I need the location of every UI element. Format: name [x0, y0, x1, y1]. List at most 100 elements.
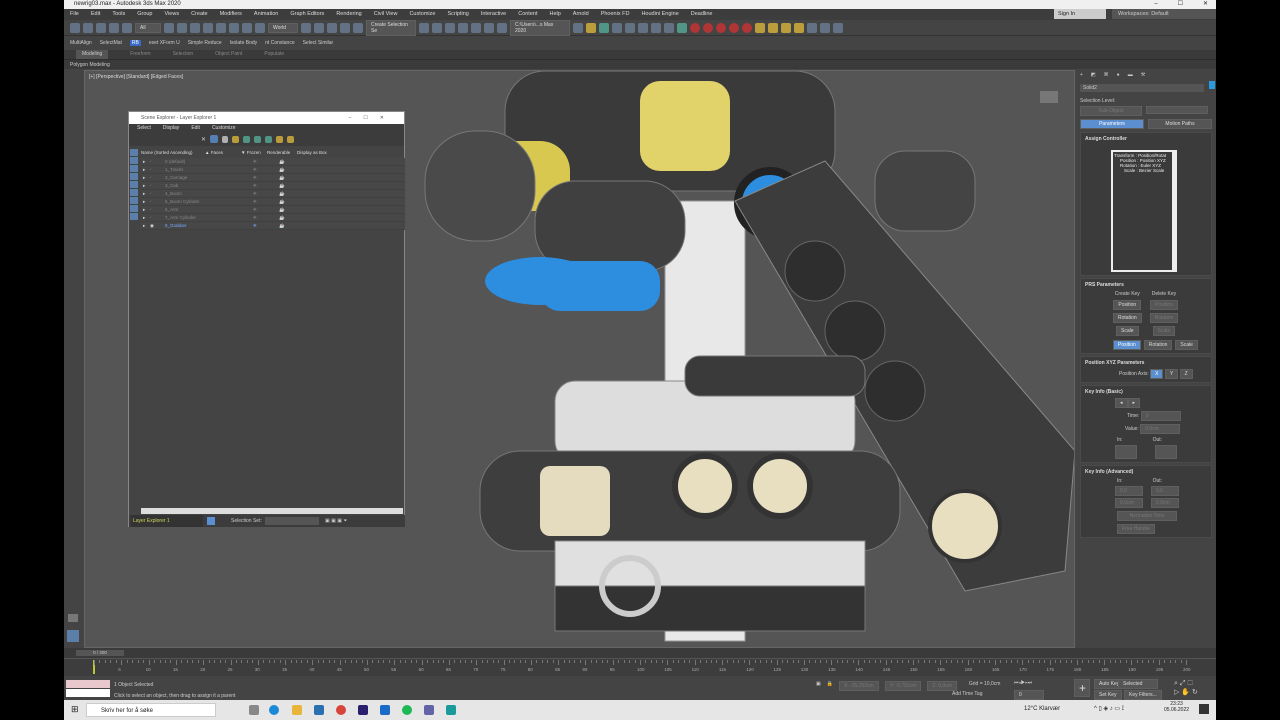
z-coordinate-field[interactable]: Z: 0,0cm [927, 681, 957, 691]
filter-xrefs-icon[interactable] [130, 205, 138, 212]
layer-icon[interactable] [265, 135, 273, 143]
arnold-icon[interactable] [703, 22, 713, 33]
expand-arrow-icon[interactable]: ▸ [143, 182, 145, 190]
axis-x-button[interactable]: X [1150, 369, 1164, 379]
position-tab[interactable]: Position [1113, 340, 1141, 350]
outlook-icon[interactable] [380, 705, 390, 715]
menu-deadline[interactable]: Deadline [691, 9, 713, 20]
rotate-icon[interactable] [229, 22, 239, 33]
layer-name[interactable]: 1_Tracks [165, 166, 183, 174]
maximize-button[interactable]: ☐ [1178, 0, 1183, 9]
ribbon-icon[interactable] [458, 22, 468, 33]
layer-name[interactable]: 8_Grabber [165, 222, 187, 230]
out-speed-field[interactable]: 0,0 [1151, 486, 1179, 496]
system-tray-icons[interactable]: ^ ▯ ◈ ♪ ▭ ⟟ [1094, 705, 1124, 713]
taskbar-search[interactable]: Skriv her for å søke [86, 703, 216, 717]
layer-name[interactable]: 5_Boom Cylinder [165, 198, 200, 206]
frozen-icon[interactable]: ❄ [253, 206, 257, 214]
value-field[interactable]: 0,0cm [1140, 424, 1181, 434]
frozen-icon[interactable]: ❄ [253, 190, 257, 198]
filter-lights-icon[interactable] [130, 165, 138, 172]
maxscript-input[interactable] [66, 689, 110, 697]
assign-controller-header[interactable]: Assign Controller [1085, 136, 1207, 142]
frozen-icon[interactable]: ❄ [253, 222, 257, 230]
layer-row[interactable]: ▸ • 5_Boom Cylinder ❄ ☕ [141, 198, 405, 206]
mail-icon[interactable] [314, 705, 324, 715]
layer-name[interactable]: 7_Arm Cylinder [165, 214, 196, 222]
workspace-dropdown[interactable]: Workspaces: Default [1112, 9, 1216, 19]
modify-tab-icon[interactable]: ◩ [1091, 72, 1096, 78]
expand-arrow-icon[interactable]: ▸ [143, 190, 145, 198]
maxscript-listener[interactable] [66, 680, 110, 688]
houdini-icon[interactable] [807, 22, 817, 33]
tool-icon[interactable] [625, 22, 635, 33]
3dsmax-taskbar-icon[interactable] [446, 705, 456, 715]
layer-row[interactable]: ▸ • 4_Boom ❄ ☕ [141, 190, 405, 198]
normalize-time-button[interactable]: Normalize Time [1117, 511, 1177, 521]
selection-filter-dropdown[interactable]: All [135, 22, 161, 33]
delete-rotation-key-button[interactable]: Rotation [1149, 313, 1179, 323]
zoom-all-icon[interactable]: ⤢ [1180, 680, 1186, 687]
toolbar2-button[interactable]: Isolate Body [230, 40, 258, 46]
lock-icon[interactable]: 🔒 [827, 681, 833, 691]
schematic-view-icon[interactable] [484, 22, 494, 33]
unlink-icon[interactable] [109, 22, 119, 33]
visibility-icon[interactable]: ◉ [150, 222, 154, 230]
toolbar2-button[interactable]: RB [129, 39, 141, 46]
arnold-icon[interactable] [742, 22, 752, 33]
scale-tab[interactable]: Scale [1175, 340, 1198, 350]
select-by-name-icon[interactable] [177, 22, 187, 33]
frozen-icon[interactable]: ❄ [253, 166, 257, 174]
key-info-basic-header[interactable]: Key Info (Basic) [1085, 389, 1207, 395]
frozen-icon[interactable]: ❄ [253, 214, 257, 222]
pivot-icon[interactable] [301, 22, 311, 33]
deadline-icon[interactable] [820, 22, 830, 33]
render-icon[interactable] [599, 22, 609, 33]
render-setup-icon[interactable] [573, 22, 583, 33]
scene-menu-select[interactable]: Select [137, 124, 151, 132]
scene-menu-display[interactable]: Display [163, 124, 179, 132]
viewport-layout-icon[interactable] [68, 614, 78, 622]
menu-graph-editors[interactable]: Graph Editors [290, 9, 324, 20]
menu-group[interactable]: Group [137, 9, 152, 20]
position-xyz-header[interactable]: Position XYZ Parameters [1085, 360, 1207, 366]
tool-icon[interactable] [612, 22, 622, 33]
layer-row[interactable]: ▸ • 7_Arm Cylinder ❄ ☕ [141, 214, 405, 222]
visibility-icon[interactable]: • [150, 206, 152, 214]
add-time-tag[interactable]: Add Time Tag [952, 691, 982, 697]
column-name[interactable]: Name (Sorted Ascending) [141, 149, 193, 157]
go-end-icon[interactable]: ⏭ [1028, 680, 1033, 686]
minimize-button[interactable]: – [1154, 0, 1157, 9]
menu-civil-view[interactable]: Civil View [374, 9, 398, 20]
time-field[interactable]: 0 [1140, 411, 1181, 421]
viewport-layout-tab[interactable] [67, 630, 79, 642]
redo-icon[interactable] [83, 22, 93, 33]
time-slider[interactable]: 0 / 200 [64, 648, 1216, 658]
ribbon-tab-object-paint[interactable]: Object Paint [215, 50, 242, 59]
axis-y-button[interactable]: Y [1164, 369, 1179, 379]
controller-tree[interactable]: Transform : Position/Rotat Position : Po… [1111, 150, 1177, 272]
layer-explorer-icon[interactable] [445, 22, 455, 33]
arnold-icon[interactable] [690, 22, 700, 33]
renderable-icon[interactable]: ☕ [279, 182, 285, 190]
menu-houdini-engine[interactable]: Houdini Engine [641, 9, 678, 20]
undo-icon[interactable] [70, 22, 80, 33]
layer-row[interactable]: ▸ • 3_Cab ❄ ☕ [141, 182, 405, 190]
tool-icon[interactable] [651, 22, 661, 33]
expand-arrow-icon[interactable]: ▸ [143, 174, 145, 182]
project-path-field[interactable]: C:\Users\...s Max 2020 [510, 19, 570, 36]
out-value-field[interactable]: 0,0cm [1151, 498, 1179, 508]
column-renderable[interactable]: Renderable [267, 149, 290, 157]
explorer-name-dropdown[interactable]: Layer Explorer 1 [131, 515, 203, 527]
layer-name[interactable]: 6_Arm [165, 206, 178, 214]
layer-row[interactable]: ▸ • 1_Tracks ❄ ☕ [141, 166, 405, 174]
delete-scale-key-button[interactable]: Scale [1152, 326, 1176, 336]
task-view-icon[interactable] [249, 705, 259, 715]
premiere-icon[interactable] [358, 705, 368, 715]
frozen-icon[interactable]: ❄ [253, 158, 257, 166]
toolbar2-button[interactable]: Select Similar [303, 40, 334, 46]
layer-row[interactable]: ▸ • 0 (default) ❄ ☕ [141, 158, 405, 166]
key-filters-button[interactable]: Key Filters... [1124, 690, 1162, 700]
y-coordinate-field[interactable]: Y: -5,702cm [884, 681, 922, 691]
filter-helpers-icon[interactable] [130, 181, 138, 188]
